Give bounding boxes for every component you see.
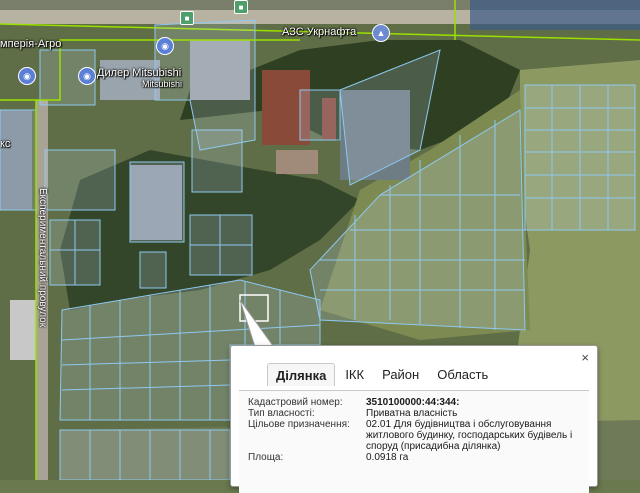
parcel-info-table: Кадастровий номер: 3510100000:44:344: Ти… [239,390,589,493]
map-label-dealer-sub: Mitsubishi [142,79,183,89]
info-row-area: Площа: 0.0918 га [248,452,589,463]
info-row-cadastral: Кадастровий номер: 3510100000:44:344: [248,397,589,408]
street-label: Експериментальний провулок [37,188,48,328]
shopping-bag-icon[interactable]: ◉ [18,67,36,85]
shopping-bag-icon[interactable]: ◉ [78,67,96,85]
shopping-bag-icon[interactable]: ◉ [156,37,174,55]
cadastral-number[interactable]: 3510100000:44:344: [366,397,589,408]
tab-region[interactable]: Область [429,363,496,386]
popup-tabs: Ділянка ІКК Район Область [267,363,498,386]
info-key: Площа: [248,452,284,463]
info-key: Кадастровий номер: [248,397,343,408]
info-row-purpose: Цільове призначення: 02.01 Для будівницт… [248,419,589,452]
bus-stop-icon[interactable]: ■ [180,11,194,25]
info-value: 0.0918 га [366,452,409,463]
info-row-ownership: Тип власності: Приватна власність [248,408,589,419]
map-label-left-fragment: кс [0,138,11,150]
parcel-info-popup: × Ділянка ІКК Район Область Кадастровий … [230,345,598,493]
bus-stop-icon[interactable]: ■ [234,0,248,14]
info-value: 02.01 Для будівництва і обслуговування ж… [366,419,573,452]
popup-pointer [239,300,277,350]
tab-parcel[interactable]: Ділянка [267,363,336,386]
map-label-fuel: АЗС Укрнафта [282,26,357,38]
fuel-station-icon[interactable]: ▲ [372,24,390,42]
info-key: Тип власності: [248,408,315,419]
map-label-dealer: Дилер Mitsubishi [97,67,182,79]
info-value: Приватна власність [366,408,458,419]
tab-district[interactable]: Район [374,363,427,386]
close-icon[interactable]: × [581,351,589,365]
tab-ikk[interactable]: ІКК [337,363,372,386]
map-label-impex: мперія-Агро [0,38,62,50]
